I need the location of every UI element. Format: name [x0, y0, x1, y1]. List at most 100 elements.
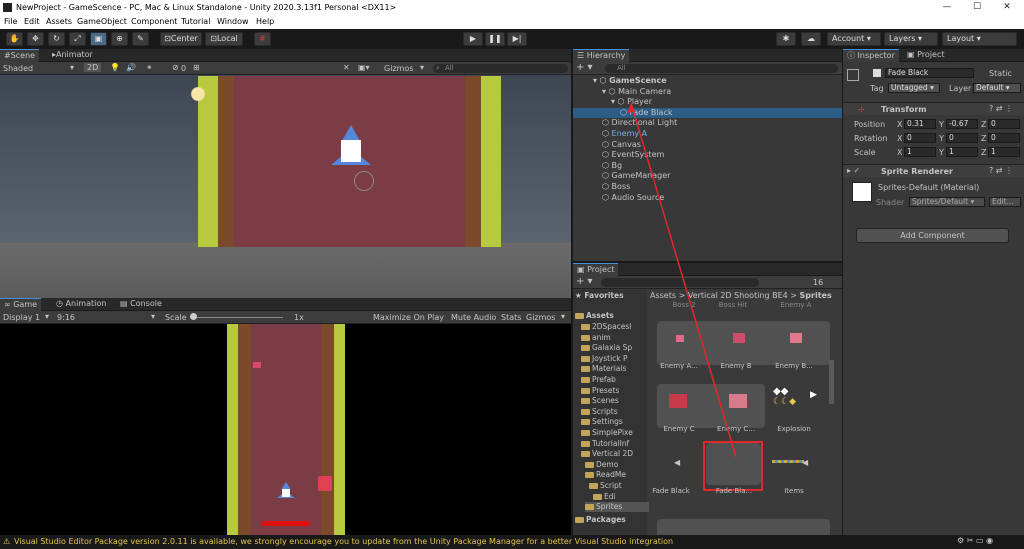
play-button[interactable]: ▶ — [463, 32, 483, 46]
scene-search-input[interactable]: ⌕ All — [433, 64, 568, 73]
explosion-expand-icon[interactable]: ▶ — [810, 390, 817, 400]
project-folder[interactable]: 2DSpacesl — [581, 322, 631, 332]
project-folder[interactable]: Vertical 2D — [581, 449, 633, 459]
scale-tool-icon[interactable]: ⤢ — [69, 32, 86, 46]
collab-icon[interactable]: ✱ — [776, 32, 796, 46]
close-icon[interactable]: ✕ — [992, 0, 1022, 15]
scene-canvas[interactable] — [0, 75, 571, 298]
2d-toggle[interactable]: 2D — [84, 63, 102, 72]
hierarchy-row[interactable]: ⬡ EventSystem — [573, 150, 842, 160]
breadcrumb-assets[interactable]: Assets — [650, 291, 676, 300]
project-folder[interactable]: Joystick P — [581, 354, 628, 364]
effects-icon[interactable]: ✴ — [146, 63, 153, 72]
hierarchy-row[interactable]: ⬡ Fade Black — [573, 107, 842, 118]
hierarchy-row[interactable]: ⬡ Audio Source — [573, 193, 842, 203]
tab-inspector-project[interactable]: ▣ Project — [903, 49, 948, 62]
tag-dropdown[interactable]: Untagged ▾ — [888, 83, 940, 93]
step-button[interactable]: ▶| — [507, 32, 527, 46]
project-folder[interactable]: Settings — [581, 417, 623, 427]
custom-tool-icon[interactable]: ✎ — [132, 32, 149, 46]
project-folder[interactable]: Prefab — [581, 375, 616, 385]
breadcrumb-vertical-2d[interactable]: Vertical 2D Shooting BE4 — [688, 291, 788, 300]
rect-tool-icon[interactable]: ▣ — [90, 32, 107, 46]
scale-slider[interactable] — [193, 317, 283, 318]
stats-toggle[interactable]: Stats — [501, 313, 521, 322]
add-component-button[interactable]: Add Component — [856, 228, 1009, 243]
lighting-icon[interactable]: 💡 — [110, 63, 120, 72]
hierarchy-row[interactable]: ⬡ GameManager — [573, 171, 842, 181]
tab-scene[interactable]: #Scene — [0, 49, 40, 62]
assets-root-folder[interactable]: Assets — [575, 311, 614, 321]
hierarchy-row[interactable]: ⬡ Canvas — [573, 140, 842, 150]
scale-x-field[interactable]: 1 — [904, 147, 936, 157]
project-folder[interactable]: anim — [581, 333, 611, 343]
hidden-objects-icon[interactable]: ⊘ — [172, 63, 179, 72]
asset-items[interactable]: Items — [772, 487, 816, 495]
packages-folder[interactable]: Packages — [575, 515, 626, 525]
hierarchy-row[interactable]: ⬡ Enemy A — [573, 129, 842, 139]
maximize-icon[interactable]: ☐ — [962, 0, 992, 15]
scale-slider-thumb[interactable] — [190, 313, 197, 320]
position-x-field[interactable]: 0.31 — [904, 119, 936, 129]
menu-assets[interactable]: Assets — [46, 17, 72, 26]
asset-enemy-b[interactable]: Enemy B — [714, 362, 758, 370]
transform-tool-icon[interactable]: ⊕ — [111, 32, 128, 46]
game-gizmos-dropdown[interactable]: Gizmos — [526, 313, 555, 322]
grid-snap-icon[interactable]: # — [254, 32, 271, 46]
project-folder[interactable]: Demo — [585, 460, 618, 470]
player-ship-sprite[interactable] — [326, 125, 376, 169]
sprite-renderer-header[interactable]: ▸ ✓ Sprite Renderer ? ⇄ ⋮ — [843, 164, 1024, 177]
project-create-icon[interactable]: + ▾ — [576, 276, 593, 287]
tab-game[interactable]: ∞ Game — [0, 298, 42, 311]
project-folder[interactable]: TutorialInf — [581, 439, 629, 449]
hand-tool-icon[interactable]: ✋ — [6, 32, 23, 46]
hierarchy-row[interactable]: ▾ ⬡ Player — [573, 97, 842, 107]
asset-explosion[interactable]: Explosion — [772, 425, 816, 433]
asset-fade-black-2[interactable]: Fade Bla... — [709, 487, 759, 495]
pivot-gizmo[interactable] — [354, 171, 374, 191]
static-dropdown[interactable]: Static — [989, 69, 1012, 78]
display-dropdown[interactable]: Display 1 — [3, 313, 40, 322]
project-folder[interactable]: Scripts — [581, 407, 618, 417]
shader-dropdown[interactable]: Sprites/Default ▾ — [909, 197, 985, 207]
tab-hierarchy[interactable]: ☰ Hierarchy — [573, 49, 630, 62]
favorites-folder[interactable]: ★ Favorites — [575, 291, 624, 301]
sprite-renderer-menu-icon[interactable]: ? ⇄ ⋮ — [989, 166, 1013, 175]
aspect-dropdown[interactable]: 9:16 — [57, 313, 75, 322]
rotation-z-field[interactable]: 0 — [988, 133, 1020, 143]
audio-icon[interactable]: 🔊 — [126, 63, 136, 72]
project-folder[interactable]: Sprites — [585, 502, 659, 513]
scale-y-field[interactable]: 1 — [946, 147, 978, 157]
create-plus-icon[interactable]: + ▾ — [576, 62, 593, 73]
account-dropdown[interactable]: Account ▾ — [827, 32, 881, 46]
position-z-field[interactable]: 0 — [988, 119, 1020, 129]
tab-inspector[interactable]: ⓘ Inspector — [843, 49, 899, 62]
tab-animator[interactable]: ▸Animator — [48, 49, 97, 62]
move-tool-icon[interactable]: ✥ — [27, 32, 44, 46]
layer-dropdown[interactable]: Default ▾ — [973, 83, 1021, 93]
layout-dropdown[interactable]: Layout ▾ — [942, 32, 1017, 46]
menu-tutorial[interactable]: Tutorial — [181, 17, 210, 26]
menu-window[interactable]: Window — [217, 17, 249, 26]
hierarchy-row[interactable]: ▾ ⬡ Main Camera — [573, 87, 842, 97]
minimize-icon[interactable]: — — [932, 0, 962, 15]
tools-icon[interactable]: ✕ — [343, 63, 350, 72]
shading-mode-dropdown[interactable]: Shaded — [3, 64, 33, 73]
menu-gameobject[interactable]: GameObject — [77, 17, 127, 26]
asset-fade-black[interactable]: Fade Black — [649, 487, 693, 495]
asset-enemy-c[interactable]: Enemy C — [657, 425, 701, 433]
project-folder[interactable]: Presets — [581, 386, 619, 396]
cloud-icon[interactable]: ☁ — [801, 32, 821, 46]
scene-camera-icon[interactable]: ▣▾ — [358, 63, 370, 72]
layers-dropdown[interactable]: Layers ▾ — [884, 32, 938, 46]
pause-button[interactable]: ❚❚ — [485, 32, 505, 46]
hierarchy-row[interactable]: ⬡ Bg — [573, 161, 842, 171]
menu-help[interactable]: Help — [256, 17, 274, 26]
project-search-input[interactable] — [601, 278, 759, 287]
hierarchy-row[interactable]: ▾ ⬡ GameScence — [573, 76, 842, 86]
hierarchy-search-input[interactable]: All — [605, 64, 838, 73]
project-folder[interactable]: ReadMe — [585, 470, 626, 480]
project-folder[interactable]: Materials — [581, 364, 626, 374]
tab-project[interactable]: ▣ Project — [573, 263, 619, 276]
object-name-field[interactable]: Fade Black — [885, 68, 974, 78]
